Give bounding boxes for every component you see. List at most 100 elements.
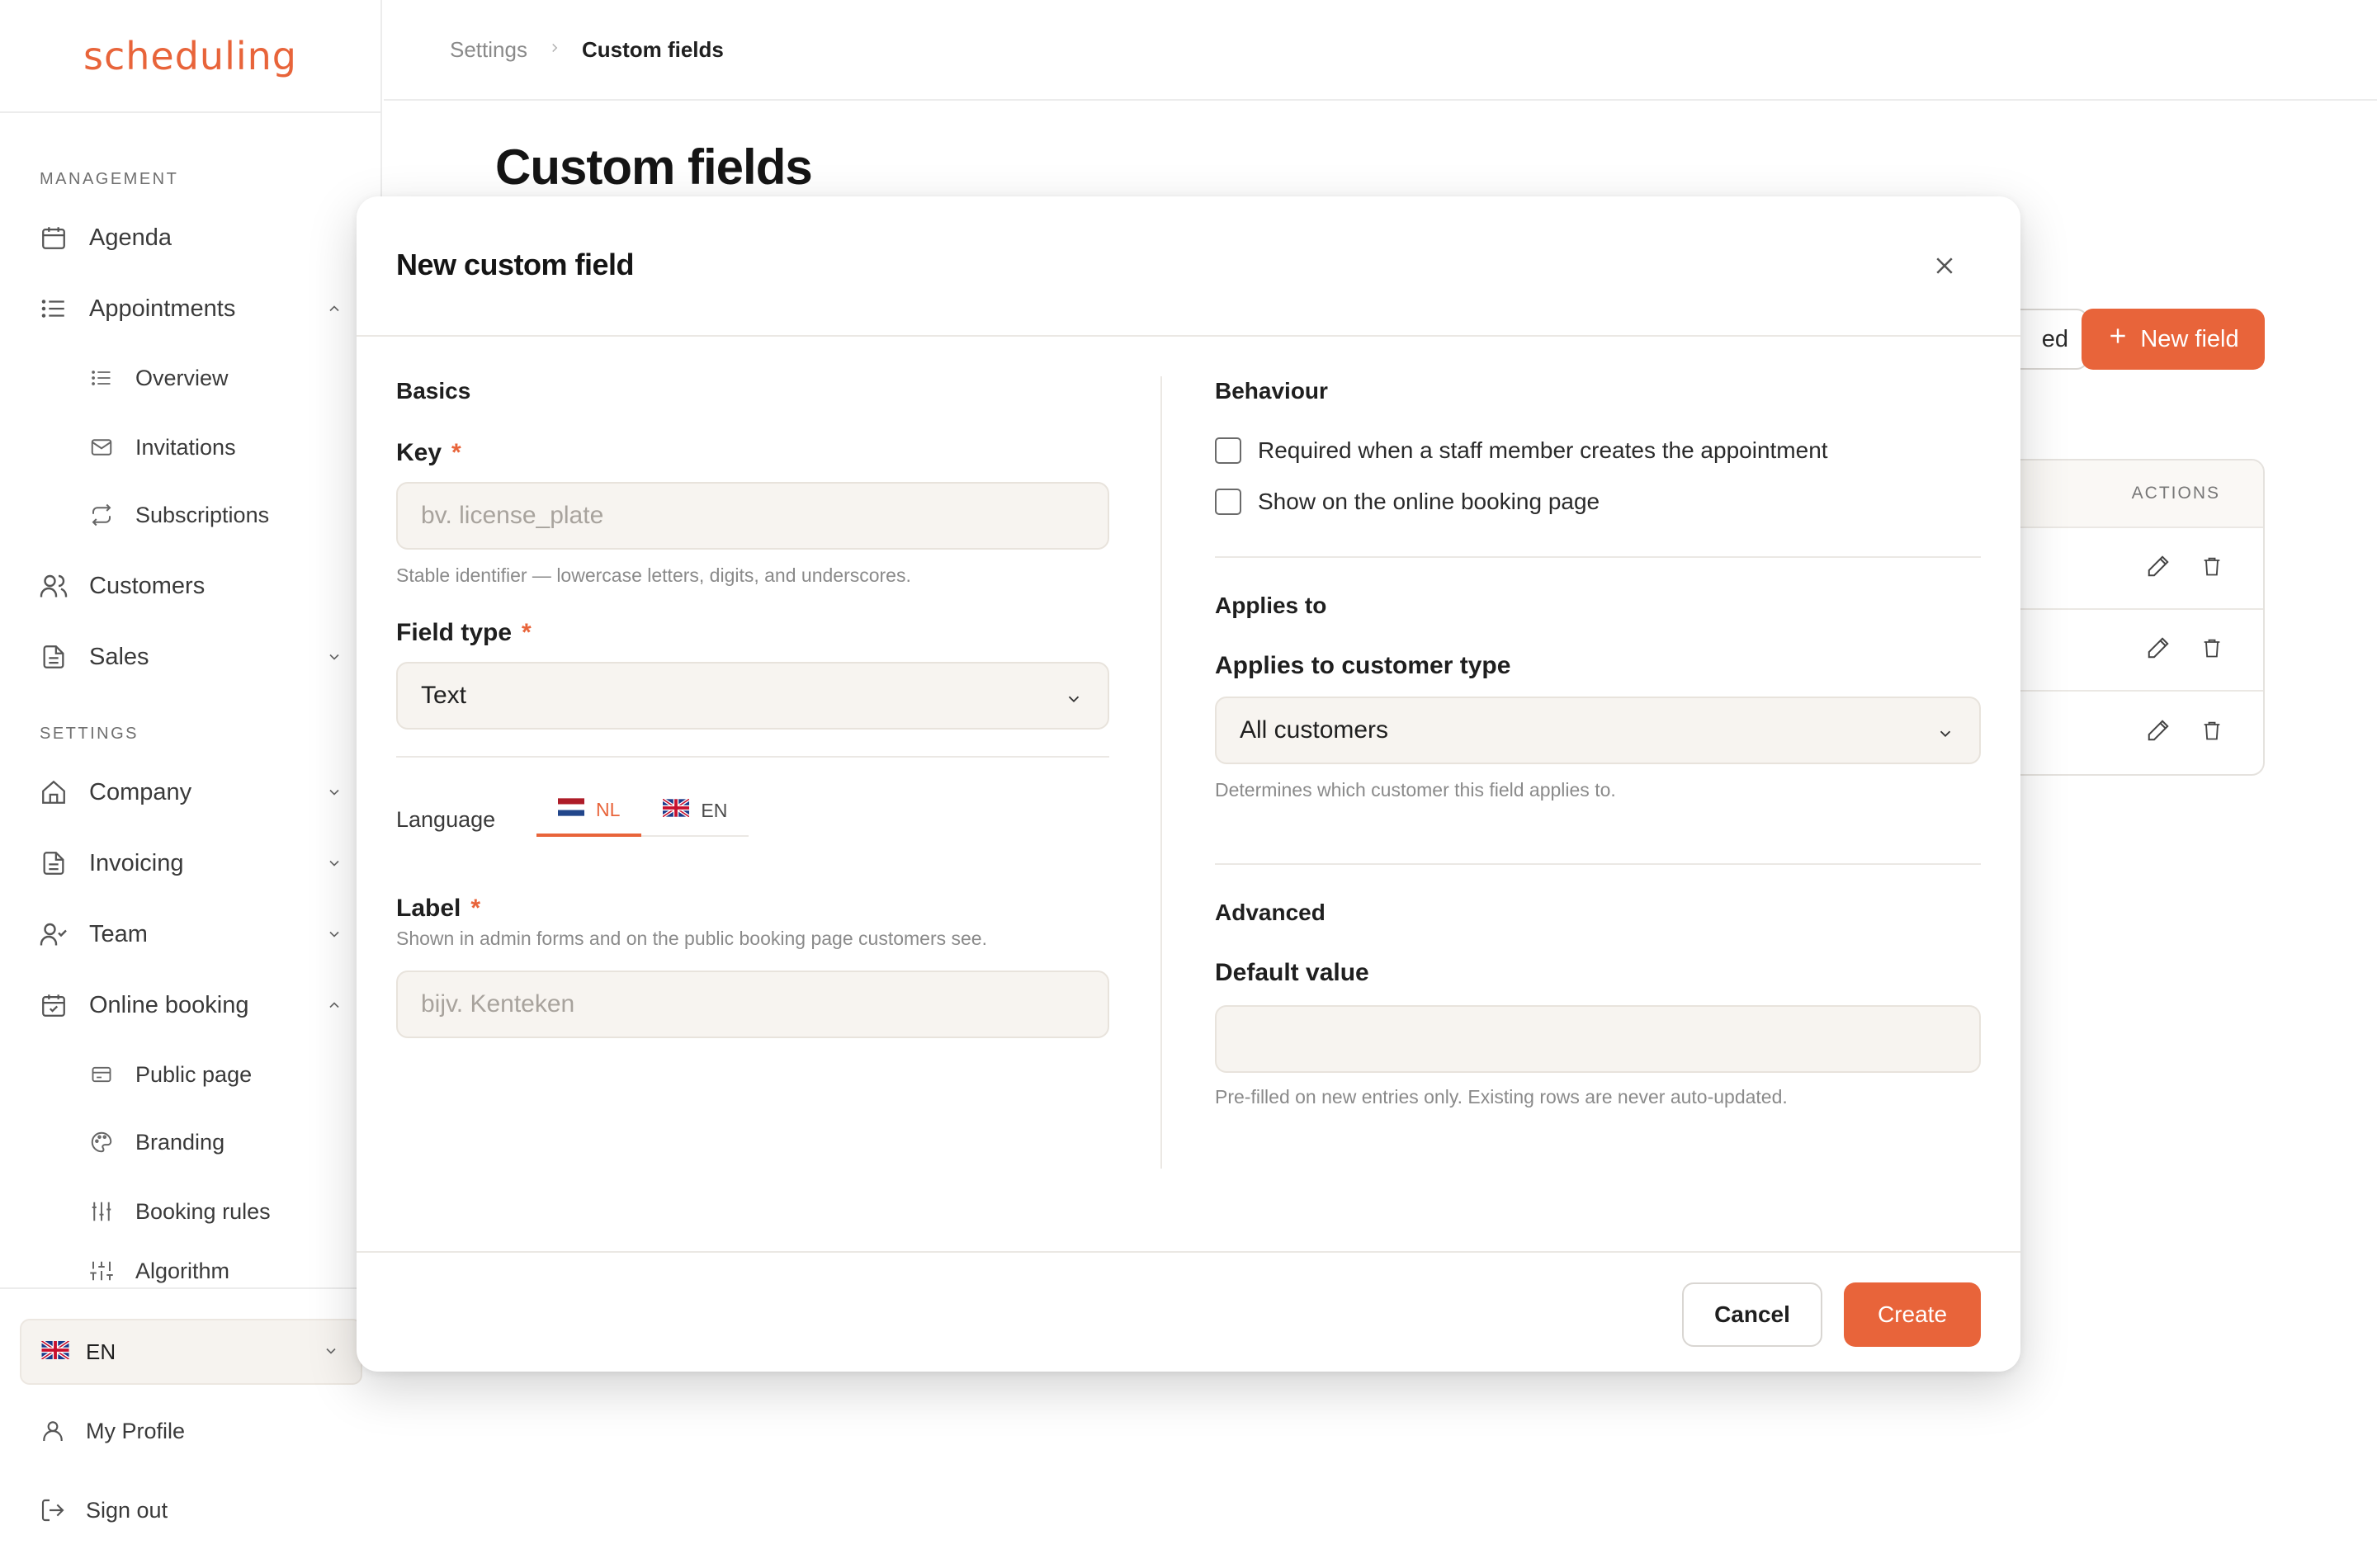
sidebar-item-branding[interactable]: Branding	[0, 1117, 382, 1167]
logout-icon	[38, 1495, 68, 1525]
trash-icon[interactable]	[2200, 719, 2223, 746]
sidebar-item-label: Invitations	[135, 434, 236, 460]
sidebar-item-company[interactable]: Company	[0, 766, 382, 819]
sidebar-item-subscriptions[interactable]: Subscriptions	[0, 490, 382, 540]
sidebar-item-overview[interactable]: Overview	[0, 353, 382, 403]
chevron-up-icon	[324, 299, 344, 319]
required-marker: *	[470, 895, 481, 922]
field-type-value: Text	[421, 682, 467, 709]
sidebar-item-label: Sales	[89, 643, 149, 670]
edit-icon[interactable]	[2146, 554, 2171, 583]
sidebar-item-customers[interactable]: Customers	[0, 560, 382, 612]
calendar-icon	[38, 222, 69, 253]
tab-en[interactable]: EN	[641, 786, 749, 837]
sidebar-item-label: Customers	[89, 572, 206, 599]
edit-icon[interactable]	[2146, 718, 2171, 747]
sidebar-item-label: Branding	[135, 1129, 225, 1155]
trash-icon[interactable]	[2200, 636, 2223, 664]
advanced-title: Advanced	[1215, 900, 1326, 925]
dialog-title: New custom field	[396, 248, 635, 281]
chevron-right-icon	[547, 38, 562, 61]
sidebar-item-online-booking[interactable]: Online booking	[0, 979, 382, 1032]
new-field-label: New field	[2140, 325, 2239, 352]
cancel-button[interactable]: Cancel	[1682, 1282, 1822, 1347]
default-value-input[interactable]	[1215, 1005, 1981, 1073]
sidebar-item-label: Subscriptions	[135, 502, 270, 527]
label-field-label: Label *	[396, 895, 480, 923]
list-icon	[38, 293, 69, 324]
behaviour-title: Behaviour	[1215, 378, 1328, 404]
sidebar-item-agenda[interactable]: Agenda	[0, 211, 382, 264]
user-check-icon	[38, 919, 69, 950]
sidebar-item-appointments[interactable]: Appointments	[0, 282, 382, 335]
key-label: Key *	[396, 439, 461, 467]
actions-header: ACTIONS	[2131, 484, 2220, 503]
key-input[interactable]: bv. license_plate	[396, 482, 1109, 550]
show-online-option[interactable]: Show on the online booking page	[1215, 489, 1600, 515]
customer-type-label: Applies to customer type	[1215, 652, 1511, 679]
breadcrumb-settings[interactable]: Settings	[450, 37, 527, 63]
required-marker: *	[522, 619, 532, 646]
required-staff-label: Required when a staff member creates the…	[1258, 437, 1828, 463]
tab-en-label: EN	[701, 799, 728, 821]
app-logo[interactable]: scheduling	[83, 34, 297, 78]
nl-flag-icon	[558, 798, 584, 821]
mail-icon	[87, 433, 116, 461]
create-button[interactable]: Create	[1844, 1282, 1981, 1347]
chevron-down-icon	[1065, 687, 1083, 715]
default-value-label: Default value	[1215, 959, 1369, 986]
new-field-button[interactable]: New field	[2082, 309, 2265, 370]
my-profile-link[interactable]: My Profile	[0, 1406, 382, 1456]
sidebar-item-invoicing[interactable]: Invoicing	[0, 837, 382, 890]
sidebar-item-label: Agenda	[89, 224, 172, 251]
field-type-label: Field type *	[396, 619, 532, 647]
tab-nl[interactable]: NL	[536, 786, 642, 837]
tab-nl-label: NL	[596, 798, 621, 820]
language-label: EN	[86, 1339, 116, 1364]
language-selector[interactable]: EN	[20, 1319, 362, 1385]
field-type-select[interactable]: Text	[396, 662, 1109, 730]
list-icon	[87, 364, 116, 392]
required-staff-checkbox[interactable]	[1215, 437, 1241, 464]
sliders-icon	[87, 1197, 116, 1226]
customer-type-hint: Determines which customer this field app…	[1215, 779, 1616, 801]
repeat-icon	[87, 501, 116, 529]
sidebar-item-label: Company	[89, 778, 192, 805]
sidebar-item-invitations[interactable]: Invitations	[0, 423, 382, 472]
customer-type-value: All customers	[1240, 716, 1389, 744]
required-staff-option[interactable]: Required when a staff member creates the…	[1215, 437, 1828, 464]
document-icon	[38, 641, 69, 673]
trash-icon[interactable]	[2200, 555, 2223, 582]
close-icon[interactable]	[1928, 249, 1961, 282]
basics-title: Basics	[396, 378, 471, 404]
chevron-down-icon	[324, 853, 344, 873]
edit-icon[interactable]	[2146, 635, 2171, 664]
sidebar-item-label: Team	[89, 920, 148, 947]
label-input[interactable]: bijv. Kenteken	[396, 971, 1109, 1038]
sidebar-item-team[interactable]: Team	[0, 908, 382, 961]
customer-type-select[interactable]: All customers	[1215, 697, 1981, 764]
sidebar-item-label: Invoicing	[89, 849, 184, 876]
show-online-checkbox[interactable]	[1215, 489, 1241, 515]
user-icon	[38, 1416, 68, 1446]
breadcrumb-current: Custom fields	[581, 36, 724, 62]
sign-out-label: Sign out	[86, 1497, 168, 1523]
sidebar-item-algorithm[interactable]: Algorithm	[0, 1253, 382, 1289]
label-field-label-text: Label	[396, 895, 461, 922]
page-title: Custom fields	[495, 139, 813, 195]
sign-out-link[interactable]: Sign out	[0, 1485, 382, 1535]
sidebar-item-label: Online booking	[89, 991, 249, 1018]
settings-sliders-icon	[87, 1257, 116, 1285]
sidebar-item-sales[interactable]: Sales	[0, 631, 382, 683]
users-icon	[38, 570, 69, 602]
sidebar-item-public-page[interactable]: Public page	[0, 1050, 382, 1099]
key-hint: Stable identifier — lowercase letters, d…	[396, 564, 911, 586]
column-divider	[1160, 376, 1162, 1169]
sidebar-item-booking-rules[interactable]: Booking rules	[0, 1187, 382, 1236]
dialog-header: New custom field	[357, 196, 2020, 337]
show-online-label: Show on the online booking page	[1258, 489, 1600, 514]
chevron-down-icon	[324, 647, 344, 667]
calendar-check-icon	[38, 989, 69, 1021]
sidebar-item-label: Appointments	[89, 295, 236, 322]
label-hint: Shown in admin forms and on the public b…	[396, 928, 987, 949]
